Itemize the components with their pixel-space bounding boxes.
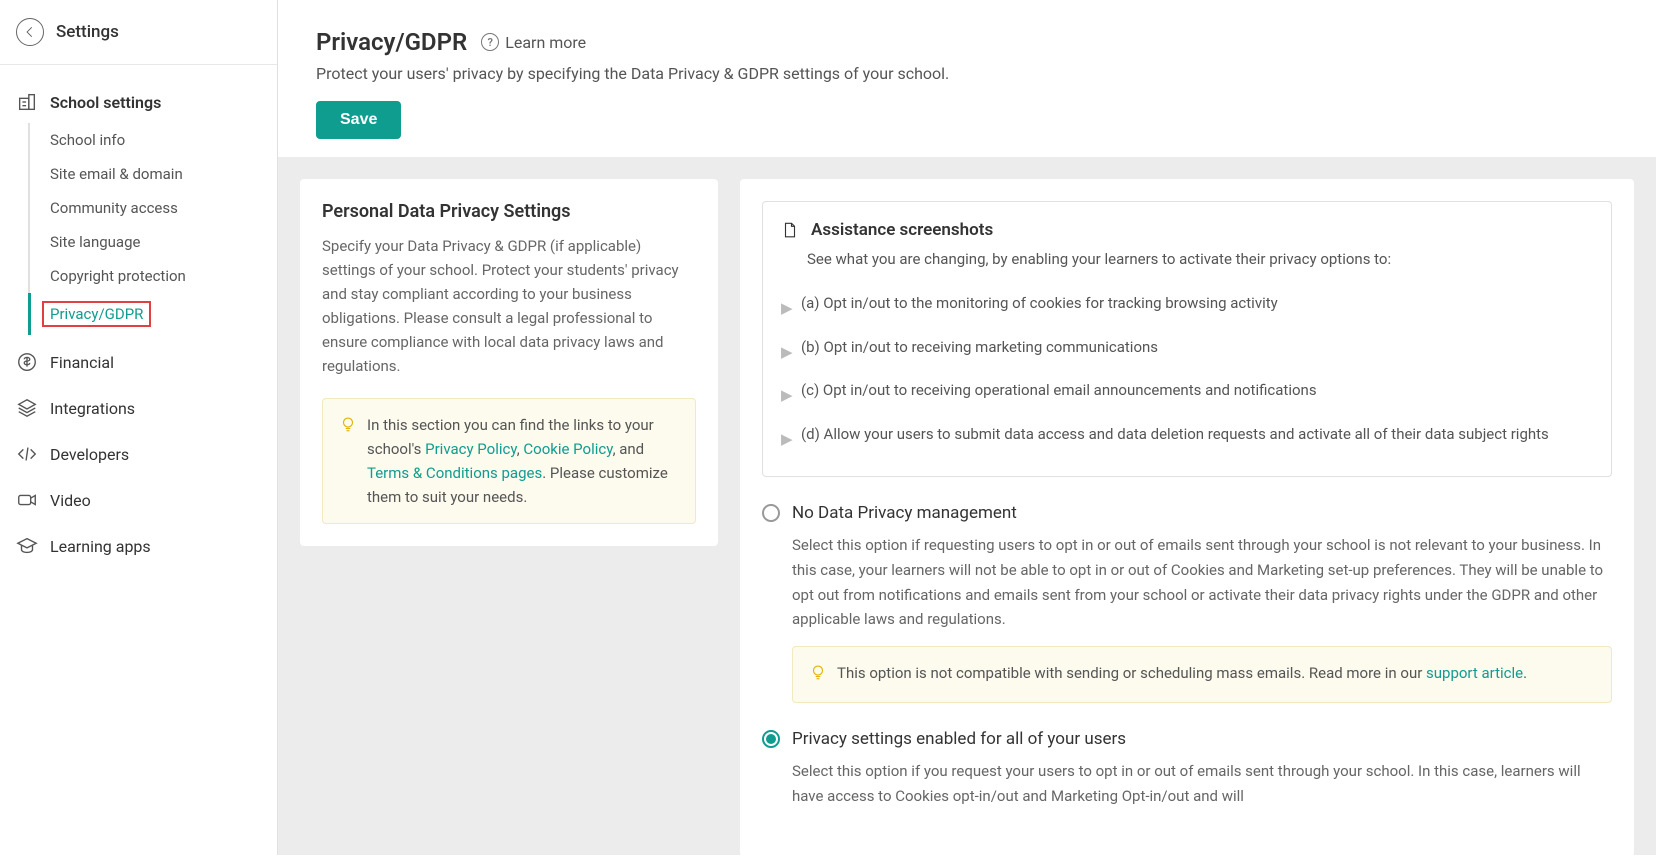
nav-item-label: Learning apps [50,537,151,556]
video-icon [16,489,38,511]
sidebar-item-site-email-domain[interactable]: Site email & domain [30,157,277,191]
code-icon [16,443,38,465]
building-icon [16,91,38,113]
document-icon [781,221,799,239]
option-desc: Select this option if you request your u… [792,759,1612,809]
sidebar-title: Settings [56,22,119,42]
assist-item-a[interactable]: ▶(a) Opt in/out to the monitoring of coo… [781,284,1593,328]
dollar-icon [16,351,38,373]
personal-section-desc: Specify your Data Privacy & GDPR (if app… [322,234,696,378]
option-desc: Select this option if requesting users t… [792,533,1612,632]
assistance-screenshots-box: Assistance screenshots See what you are … [762,201,1612,477]
assist-item-b[interactable]: ▶(b) Opt in/out to receiving marketing c… [781,328,1593,372]
no-mgmt-tip-box: This option is not compatible with sendi… [792,646,1612,703]
terms-conditions-link[interactable]: Terms & Conditions pages [367,464,542,482]
arrow-left-icon [23,25,37,39]
help-icon: ? [481,33,499,51]
support-article-link[interactable]: support article [1426,664,1523,682]
sidebar-item-privacy-gdpr[interactable]: Privacy/GDPR [30,293,277,335]
privacy-policy-link[interactable]: Privacy Policy [425,440,517,458]
assist-item-d[interactable]: ▶(d) Allow your users to submit data acc… [781,415,1593,459]
page-header: Privacy/GDPR ? Learn more Protect your u… [278,0,1656,157]
personal-section-title: Personal Data Privacy Settings [322,201,696,222]
assist-title: Assistance screenshots [811,220,993,240]
nav-item-label: Video [50,491,91,510]
triangle-icon: ▶ [781,297,791,320]
learn-more-label: Learn more [505,33,586,52]
triangle-icon: ▶ [781,384,791,407]
lightbulb-icon [809,663,827,688]
sidebar-item-learning-apps[interactable]: Learning apps [0,523,277,569]
radio-privacy-enabled-all[interactable] [762,730,780,748]
privacy-option-group: No Data Privacy management Select this o… [762,503,1612,809]
sidebar-nav: School settings School info Site email &… [0,65,277,585]
layers-icon [16,397,38,419]
personal-tip-box: In this section you can find the links t… [322,398,696,524]
learn-more-link[interactable]: ? Learn more [481,33,586,52]
nav-item-label: Developers [50,445,129,464]
option-label: Privacy settings enabled for all of your… [792,729,1126,749]
sidebar-header: Settings [0,0,277,65]
sidebar-item-developers[interactable]: Developers [0,431,277,477]
graduation-cap-icon [16,535,38,557]
main-content: Privacy/GDPR ? Learn more Protect your u… [278,0,1656,855]
option-no-data-privacy: No Data Privacy management Select this o… [762,503,1612,703]
triangle-icon: ▶ [781,341,791,364]
page-title: Privacy/GDPR [316,28,467,56]
sidebar-item-school-info[interactable]: School info [30,123,277,157]
nav-item-label: Integrations [50,399,135,418]
back-button[interactable] [16,18,44,46]
sidebar-item-site-language[interactable]: Site language [30,225,277,259]
options-panel: Assistance screenshots See what you are … [740,179,1634,855]
assist-desc: See what you are changing, by enabling y… [807,250,1593,268]
sidebar-item-community-access[interactable]: Community access [30,191,277,225]
nav-item-label: Financial [50,353,114,372]
nav-section-label: School settings [50,93,161,112]
personal-data-privacy-panel: Personal Data Privacy Settings Specify y… [300,179,718,546]
sidebar-item-financial[interactable]: Financial [0,339,277,385]
triangle-icon: ▶ [781,428,791,451]
tip-text: This option is not compatible with sendi… [837,661,1527,688]
sidebar-item-video[interactable]: Video [0,477,277,523]
sidebar-item-copyright-protection[interactable]: Copyright protection [30,259,277,293]
radio-no-data-privacy[interactable] [762,504,780,522]
cookie-policy-link[interactable]: Cookie Policy [523,440,612,458]
tip-text: In this section you can find the links t… [367,413,679,509]
sidebar-item-integrations[interactable]: Integrations [0,385,277,431]
highlight-annotation: Privacy/GDPR [42,301,151,327]
option-label: No Data Privacy management [792,503,1017,523]
sidebar: Settings School settings School info Sit… [0,0,278,855]
save-button[interactable]: Save [316,101,401,139]
page-description: Protect your users' privacy by specifyin… [316,64,1618,83]
lightbulb-icon [339,415,357,509]
assist-item-c[interactable]: ▶(c) Opt in/out to receiving operational… [781,371,1593,415]
nav-section-school-settings[interactable]: School settings [0,81,277,123]
option-privacy-enabled-all: Privacy settings enabled for all of your… [762,729,1612,809]
